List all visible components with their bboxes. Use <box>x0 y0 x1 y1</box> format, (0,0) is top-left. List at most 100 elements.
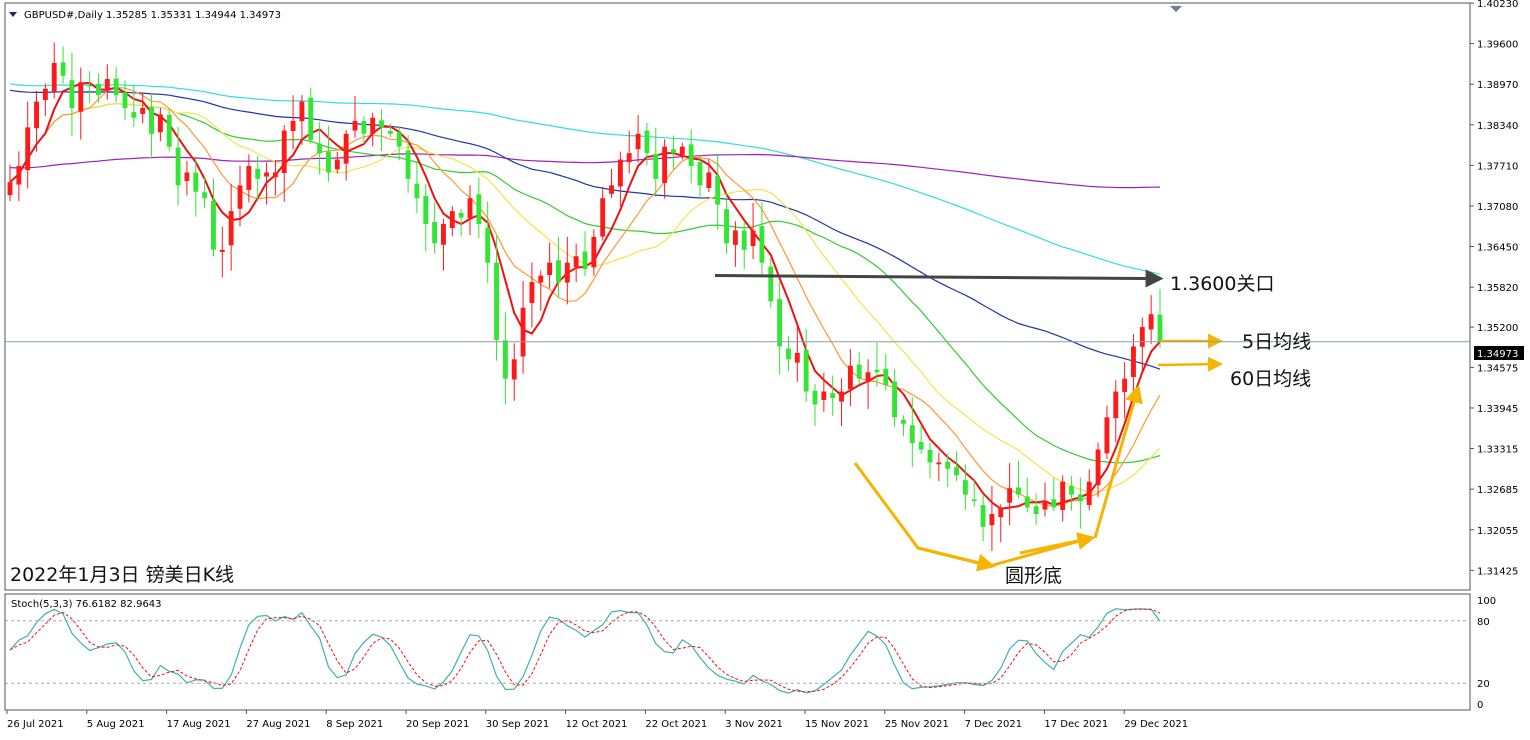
current-price-text: 1.34973 <box>1477 349 1518 360</box>
candle-body <box>113 78 119 96</box>
x-tick-label: 5 Aug 2021 <box>87 719 145 730</box>
candle-body <box>688 144 694 167</box>
candle-body <box>794 352 800 363</box>
candle-body <box>1148 314 1154 330</box>
candle-body <box>564 262 570 283</box>
x-tick-label: 26 Jul 2021 <box>7 719 64 730</box>
candle-body <box>556 260 561 283</box>
candle-body <box>131 112 137 118</box>
candle-body <box>237 185 243 209</box>
candle-body <box>485 227 491 263</box>
candle-body <box>1007 488 1013 503</box>
y-tick-label: 1.40230 <box>1477 0 1518 10</box>
candle-body <box>865 372 871 383</box>
stoch-tick-label: 0 <box>1477 700 1483 711</box>
candle-body <box>432 221 438 244</box>
candle-body <box>759 226 765 263</box>
candle-body <box>1051 499 1057 508</box>
x-tick-label: 22 Oct 2021 <box>645 719 707 730</box>
candle-body <box>971 499 977 502</box>
candle-body <box>441 224 446 245</box>
candle-body <box>715 176 721 205</box>
chart-caption: 2022年1月3日 镑美日K线 <box>10 564 234 586</box>
candle-body <box>255 168 261 179</box>
candle-body <box>51 62 57 92</box>
candle-body <box>662 146 668 183</box>
candle-body <box>697 162 703 186</box>
candle-body <box>281 130 287 174</box>
x-tick-label: 29 Dec 2021 <box>1124 719 1188 730</box>
candle-body <box>927 449 933 463</box>
candle-body <box>1157 314 1163 342</box>
candle-body <box>538 275 544 283</box>
candle-body <box>157 114 163 133</box>
candle-body <box>396 132 402 147</box>
x-tick-label: 15 Nov 2021 <box>805 719 869 730</box>
candle-body <box>25 127 31 171</box>
stoch-tick-label: 20 <box>1477 679 1490 690</box>
candle-body <box>644 130 650 154</box>
candle-body <box>989 513 995 526</box>
x-tick-label: 17 Dec 2021 <box>1044 719 1108 730</box>
candle-body <box>626 153 632 163</box>
candle-body <box>777 299 783 347</box>
candle-body <box>60 62 66 76</box>
candle-body <box>219 249 225 253</box>
y-tick-label: 1.38340 <box>1477 121 1518 132</box>
level-label: 1.3600关口 <box>1170 273 1274 295</box>
candle-body <box>104 79 110 91</box>
candle-body <box>1113 391 1119 419</box>
y-tick-label: 1.32685 <box>1477 485 1518 496</box>
candle-body <box>617 159 623 187</box>
candle-body <box>582 251 588 270</box>
candle-body <box>423 195 429 225</box>
y-tick-label: 1.36450 <box>1477 243 1518 254</box>
x-tick-label: 8 Sep 2021 <box>326 719 383 730</box>
candle-body <box>803 350 809 392</box>
x-tick-label: 25 Nov 2021 <box>885 719 949 730</box>
y-tick-label: 1.37080 <box>1477 202 1518 213</box>
candle-body <box>476 194 482 225</box>
candle-body <box>918 441 924 450</box>
candle-body <box>78 82 84 112</box>
ma60-arrow <box>1157 356 1223 372</box>
y-tick-label: 1.32055 <box>1477 526 1518 537</box>
candle-body <box>502 340 508 379</box>
candle-body <box>901 419 906 424</box>
symbol-line: GBPUSD#,Daily 1.35285 1.35331 1.34944 1.… <box>24 10 281 21</box>
candle-body <box>724 209 729 244</box>
candle-body <box>980 505 986 527</box>
current-price-box: 1.34973 <box>1474 346 1524 360</box>
candle-body <box>750 230 756 247</box>
candle-body <box>1086 481 1092 506</box>
candle-body <box>839 391 844 402</box>
candle-body <box>387 130 393 134</box>
y-tick-label: 1.34575 <box>1477 363 1518 374</box>
candle-body <box>1077 494 1083 502</box>
candle-body <box>998 507 1004 518</box>
candle-body <box>573 256 579 268</box>
price-chart[interactable]: 1.40230 1.39600 1.38970 1.38340 1.37710 1.370… <box>0 0 1530 740</box>
candle-body <box>786 348 791 360</box>
candle-body <box>140 108 146 114</box>
candle-body <box>166 114 172 147</box>
candle-body <box>520 307 526 357</box>
ma60-label: 60日均线 <box>1230 368 1311 390</box>
candle-body <box>326 151 331 173</box>
x-tick-label: 12 Oct 2021 <box>566 719 628 730</box>
candle-body <box>228 211 234 246</box>
candle-body <box>352 120 358 131</box>
candle-body <box>892 381 898 418</box>
candle-body <box>343 133 349 164</box>
candle-body <box>874 369 880 373</box>
x-tick-label: 7 Dec 2021 <box>965 719 1023 730</box>
candle-body <box>529 282 535 304</box>
candle-body <box>962 480 968 495</box>
candle-body <box>679 146 685 155</box>
candle-body <box>87 85 93 87</box>
candle-body <box>34 101 39 129</box>
candle-body <box>1016 487 1021 495</box>
candle-body <box>821 391 827 400</box>
candle-body <box>246 166 252 190</box>
x-tick-label: 17 Aug 2021 <box>167 719 231 730</box>
